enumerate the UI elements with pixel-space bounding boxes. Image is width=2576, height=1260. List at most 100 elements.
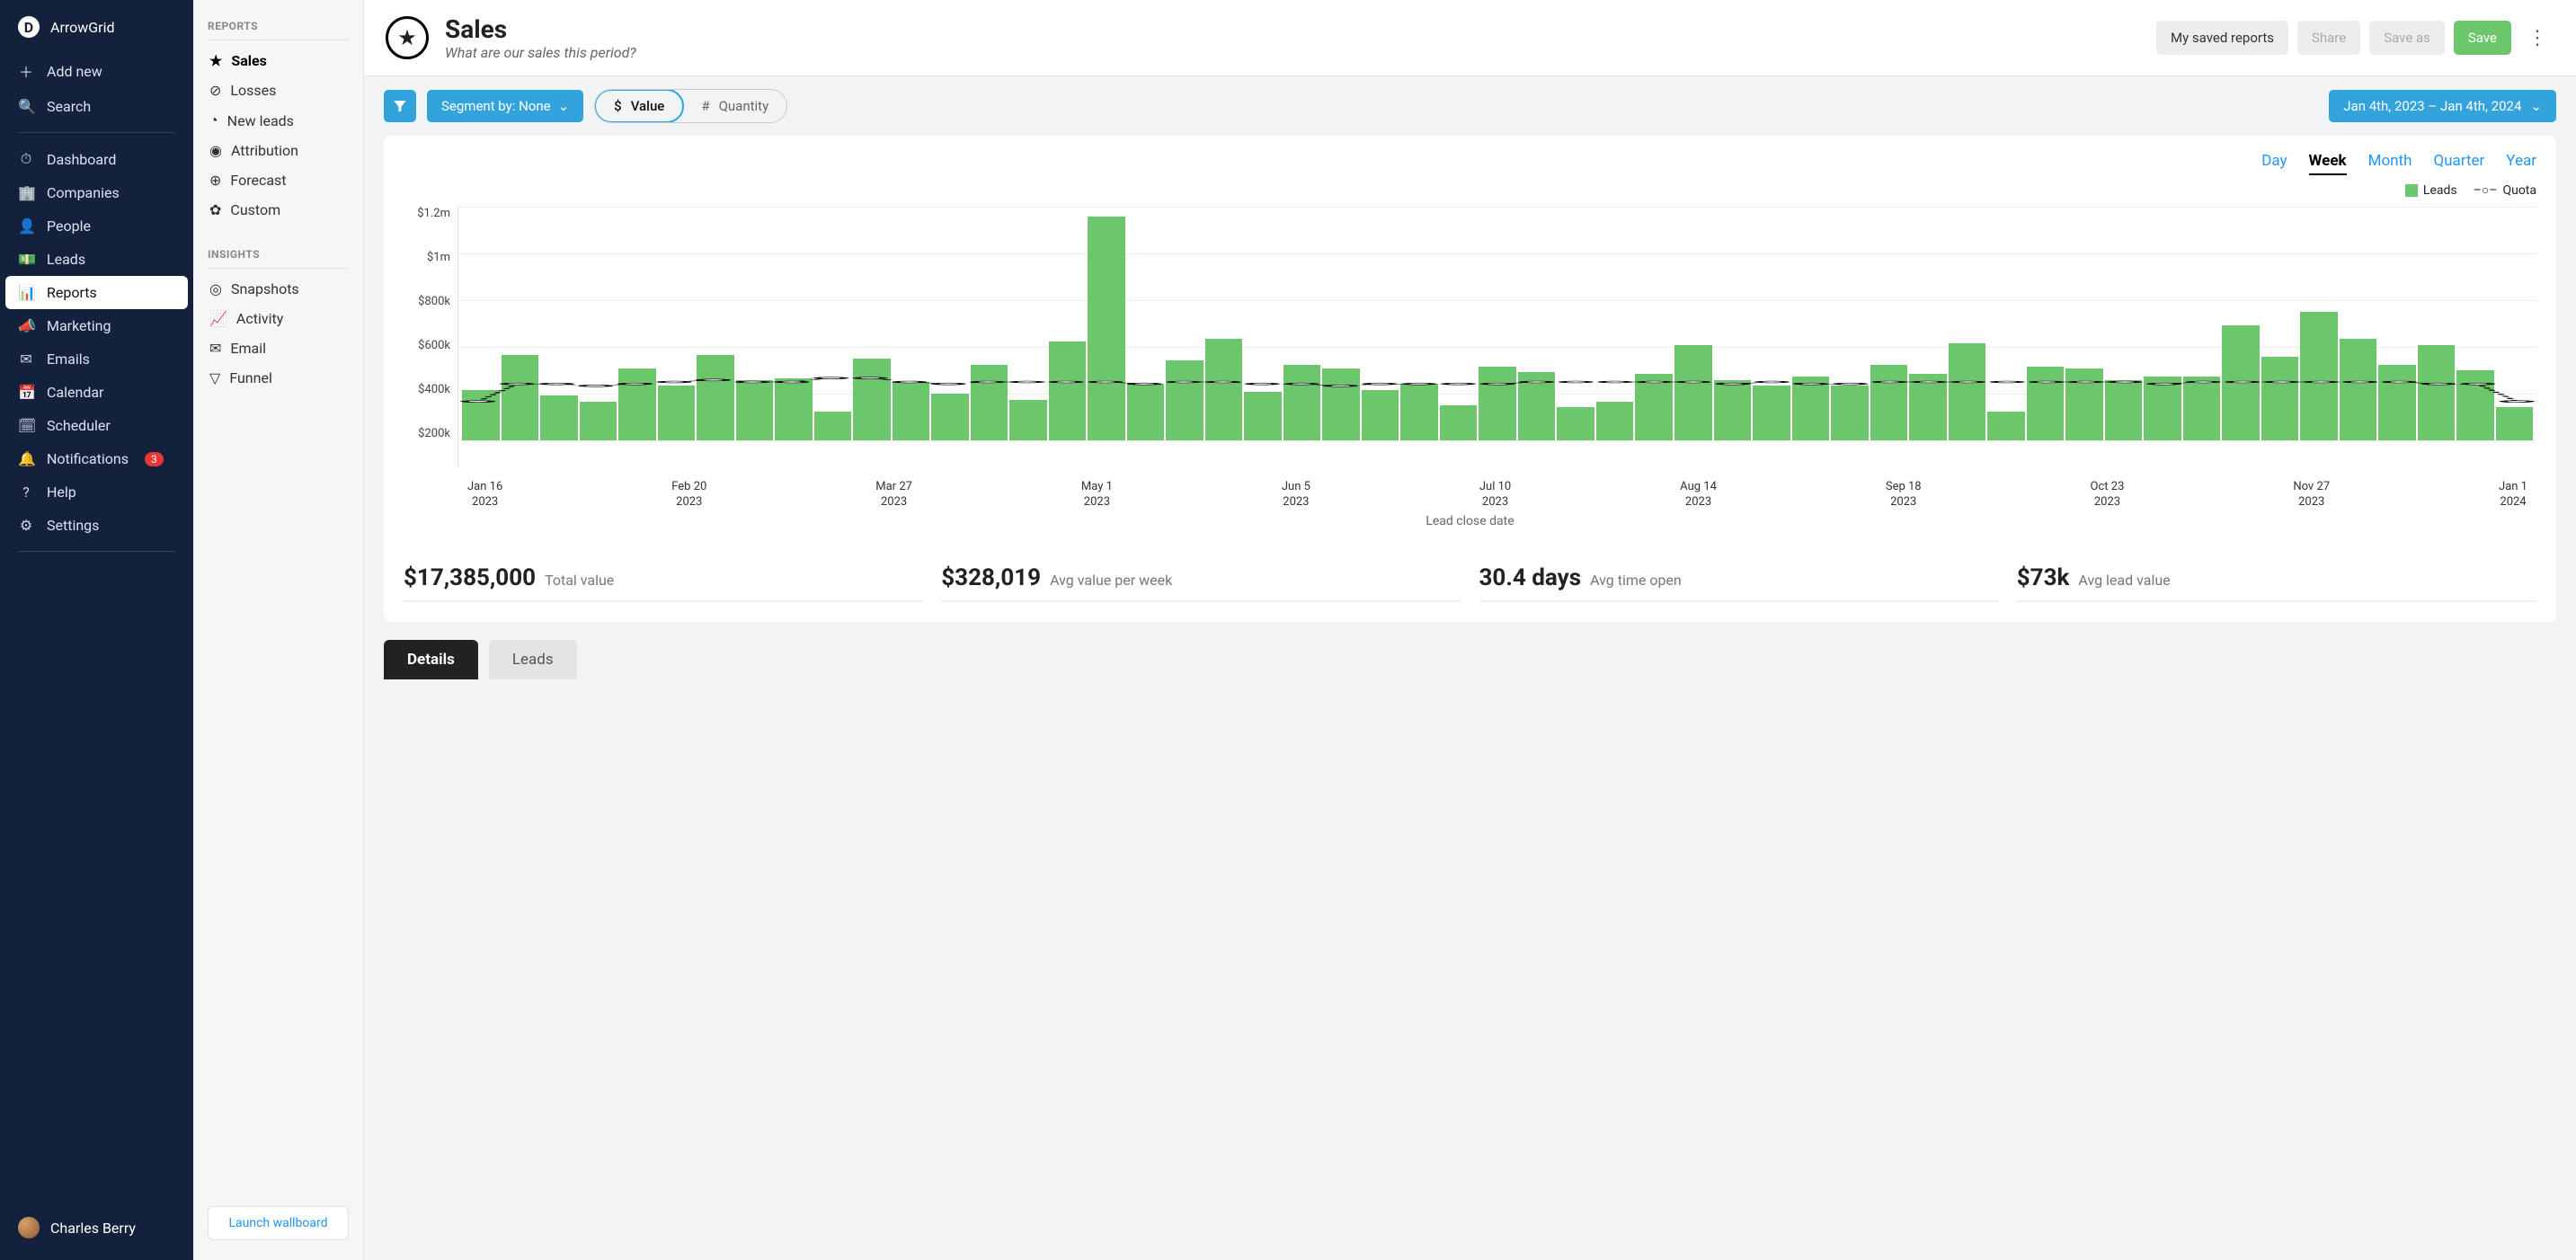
share-button[interactable]: Share: [2297, 21, 2360, 55]
report-item-forecast[interactable]: ⊕Forecast: [208, 165, 349, 195]
y-tick: $1m: [427, 251, 450, 264]
emails-icon: ✉: [18, 350, 34, 368]
attribution-icon: ◉: [209, 142, 222, 159]
x-tick: Aug 142023: [1680, 480, 1717, 510]
stat-value: $328,019: [941, 564, 1041, 591]
reports-heading: REPORTS: [208, 20, 349, 40]
quantity-toggle[interactable]: # Quantity: [683, 90, 786, 122]
report-label: Email: [230, 340, 266, 357]
launch-wallboard-button[interactable]: Launch wallboard: [208, 1206, 349, 1240]
x-tick: Oct 232023: [2091, 480, 2125, 510]
add-new-button[interactable]: ＋ Add new: [0, 52, 193, 90]
report-item-custom[interactable]: ✿Custom: [208, 195, 349, 225]
quota-line: [458, 207, 2536, 467]
calendar-icon: 📅: [18, 384, 34, 401]
report-item-losses[interactable]: ⊘Losses: [208, 75, 349, 105]
report-label: Funnel: [229, 369, 272, 386]
search-button[interactable]: 🔍 Search: [0, 90, 193, 123]
search-icon: 🔍: [18, 98, 34, 115]
sidebar-item-leads[interactable]: 💵Leads: [0, 243, 193, 276]
stat-value: $17,385,000: [404, 564, 536, 591]
tab-details[interactable]: Details: [384, 640, 478, 679]
x-tick: Nov 272023: [2293, 480, 2330, 510]
stat: $328,019Avg value per week: [941, 564, 1461, 602]
legend-leads: Leads: [2405, 183, 2457, 198]
forecast-icon: ⊕: [209, 172, 221, 189]
save-as-button[interactable]: Save as: [2369, 21, 2445, 55]
tab-leads[interactable]: Leads: [489, 640, 577, 679]
sidebar-item-scheduler[interactable]: 🗓Scheduler: [0, 409, 193, 442]
report-label: Activity: [236, 310, 283, 327]
filter-button[interactable]: [384, 90, 416, 122]
sidebar-item-companies[interactable]: 🏢Companies: [0, 176, 193, 209]
sidebar-item-emails[interactable]: ✉Emails: [0, 342, 193, 376]
sidebar-item-notifications[interactable]: 🔔Notifications3: [0, 442, 193, 475]
chevron-down-icon: ⌄: [558, 98, 570, 114]
granularity-day[interactable]: Day: [2261, 152, 2287, 175]
value-label: Value: [631, 98, 665, 114]
value-toggle[interactable]: $ Value: [594, 89, 684, 123]
x-axis: Jan 162023Feb 202023Mar 272023May 12023J…: [458, 480, 2536, 510]
report-label: Attribution: [231, 142, 298, 159]
companies-icon: 🏢: [18, 184, 34, 201]
brand[interactable]: D ArrowGrid: [0, 13, 193, 52]
sidebar-item-calendar[interactable]: 📅 Calendar: [0, 376, 193, 409]
insights-heading: INSIGHTS: [208, 248, 349, 269]
stat: $73kAvg lead value: [2017, 564, 2536, 602]
dollar-icon: $: [614, 98, 622, 114]
snapshots-icon: ◎: [209, 280, 222, 297]
sidebar-item-people[interactable]: 👤People: [0, 209, 193, 243]
sidebar-label: Calendar: [47, 384, 103, 401]
sales-chart: $1.2m$1m$800k$600k$400k$200k Jan 162023F…: [404, 207, 2536, 467]
sidebar-item-dashboard[interactable]: ⏱Dashboard: [0, 142, 193, 176]
granularity-quarter[interactable]: Quarter: [2433, 152, 2484, 175]
sidebar-item-settings[interactable]: ⚙Settings: [0, 509, 193, 542]
sidebar-label: Marketing: [47, 317, 111, 334]
granularity-week[interactable]: Week: [2309, 152, 2347, 175]
report-item-funnel[interactable]: ▽Funnel: [208, 363, 349, 393]
granularity-year[interactable]: Year: [2506, 152, 2536, 175]
sidebar-item-reports[interactable]: 📊Reports: [5, 276, 188, 309]
sidebar-label: Dashboard: [47, 151, 116, 168]
my-saved-reports-button[interactable]: My saved reports: [2156, 21, 2288, 55]
add-new-label: Add new: [47, 63, 102, 80]
sidebar-label: Help: [47, 484, 76, 501]
report-item-activity[interactable]: 📈 Activity: [208, 304, 349, 333]
user-menu[interactable]: Charles Berry: [0, 1208, 193, 1247]
stat: $17,385,000Total value: [404, 564, 923, 602]
x-tick: Jan 162023: [467, 480, 502, 510]
date-range-label: Jan 4th, 2023 – Jan 4th, 2024: [2343, 98, 2521, 114]
report-item-attribution[interactable]: ◉ Attribution: [208, 136, 349, 165]
y-axis: $1.2m$1m$800k$600k$400k$200k: [404, 207, 457, 467]
report-label: Snapshots: [231, 280, 299, 297]
sidebar-label: People: [47, 217, 91, 235]
stat: 30.4 days Avg time open: [1479, 564, 1999, 602]
stat-label: Avg time open: [1590, 572, 1682, 589]
report-item-email[interactable]: ✉Email: [208, 333, 349, 363]
funnel-icon: [392, 98, 408, 114]
page-title: Sales: [445, 14, 636, 44]
main: ★ Sales What are our sales this period? …: [364, 0, 2576, 1260]
segment-by-button[interactable]: Segment by: None ⌄: [427, 90, 583, 122]
report-label: Losses: [230, 82, 276, 99]
more-menu-icon[interactable]: ⋮: [2520, 27, 2554, 49]
activity-icon: 📈: [209, 310, 227, 327]
granularity-month[interactable]: Month: [2368, 152, 2412, 175]
sidebar-item-help[interactable]: ?Help: [0, 475, 193, 509]
report-item-snapshots[interactable]: ◎ Snapshots: [208, 274, 349, 304]
x-tick: Jun 52023: [1282, 480, 1310, 510]
x-tick: Jul 102023: [1479, 480, 1511, 510]
sidebar-item-marketing[interactable]: 📣Marketing: [0, 309, 193, 342]
x-tick: Feb 202023: [671, 480, 706, 510]
date-range-button[interactable]: Jan 4th, 2023 – Jan 4th, 2024 ⌄: [2329, 90, 2556, 122]
report-item-new-leads[interactable]: ◔New leads: [208, 105, 349, 136]
sidebar-label: Settings: [47, 517, 99, 534]
sales-icon: ★: [209, 52, 222, 69]
report-item-sales[interactable]: ★Sales: [208, 46, 349, 75]
page-header: ★ Sales What are our sales this period? …: [364, 0, 2576, 76]
stat-value: 30.4 days: [1479, 564, 1582, 591]
y-tick: $200k: [418, 427, 450, 440]
plus-icon: ＋: [18, 60, 34, 82]
scheduler-icon: 🗓: [18, 417, 34, 434]
save-button[interactable]: Save: [2454, 21, 2511, 55]
